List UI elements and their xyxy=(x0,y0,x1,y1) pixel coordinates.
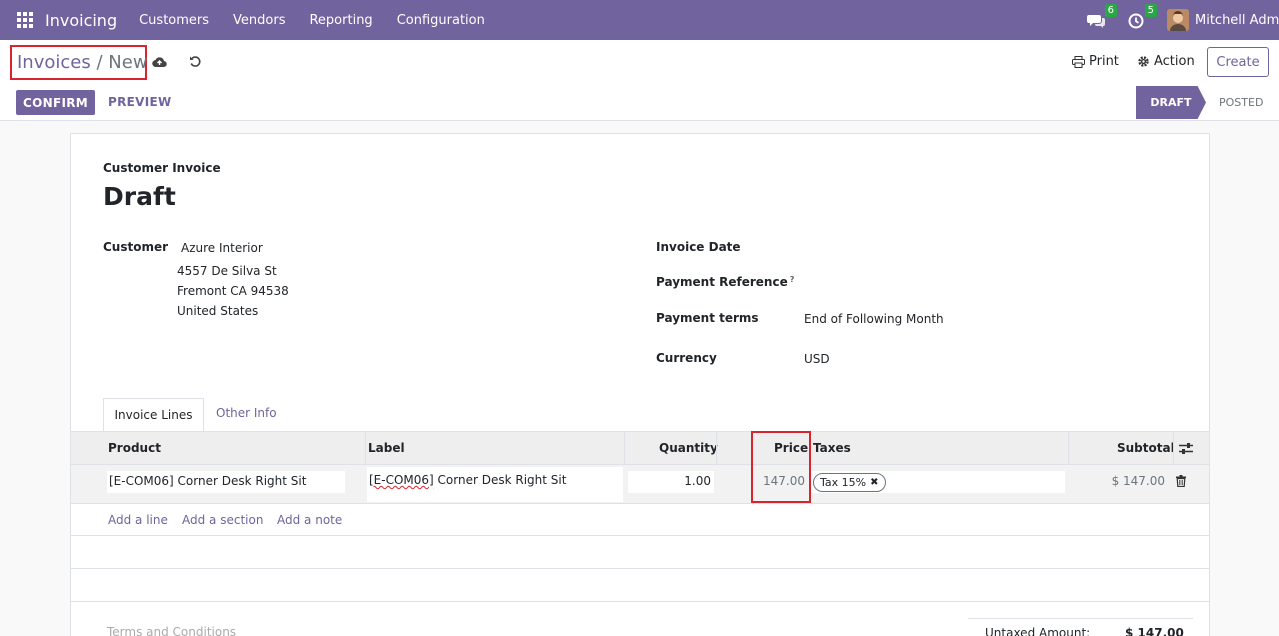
trash-icon[interactable] xyxy=(1176,475,1186,491)
action-button[interactable]: Action xyxy=(1137,54,1195,69)
untaxed-amount-label: Untaxed Amount: xyxy=(985,626,1091,636)
tab-other-info[interactable]: Other Info xyxy=(216,406,277,420)
menu-vendors[interactable]: Vendors xyxy=(233,13,285,28)
breadcrumb-current: New xyxy=(108,52,148,73)
terms-field[interactable]: Terms and Conditions xyxy=(107,625,236,636)
invoice-date-field[interactable] xyxy=(803,240,1183,258)
customer-address-line: Fremont CA 94538 xyxy=(177,284,289,298)
subtotal-value: $ 147.00 xyxy=(1111,474,1165,488)
confirm-button[interactable]: CONFIRM xyxy=(16,90,95,115)
gear-icon xyxy=(1138,56,1149,67)
empty-row xyxy=(71,503,1209,536)
breadcrumb-separator: / xyxy=(96,52,103,73)
quantity-field[interactable]: 1.00 xyxy=(628,471,714,493)
currency-label: Currency xyxy=(656,351,717,365)
breadcrumb: Invoices / New xyxy=(10,45,148,80)
label-text: Corner Desk Right Sit xyxy=(433,473,567,487)
user-name[interactable]: Mitchell Admin xyxy=(1195,13,1279,28)
label-code: [E-COM06] xyxy=(369,473,434,487)
app-brand[interactable]: Invoicing xyxy=(45,11,117,30)
control-panel: Invoices / New Print Action Create CONFI… xyxy=(0,40,1279,121)
optional-columns-icon[interactable] xyxy=(1179,442,1193,459)
invoice-date-label: Invoice Date xyxy=(656,240,741,254)
print-label: Print xyxy=(1089,54,1119,69)
col-label[interactable]: Label xyxy=(368,441,405,455)
user-avatar[interactable] xyxy=(1167,9,1189,31)
status-posted[interactable]: POSTED xyxy=(1219,96,1263,109)
status-draft[interactable]: DRAFT xyxy=(1136,86,1206,119)
table-row[interactable]: [E-COM06] Corner Desk Right Sit [E-COM06… xyxy=(71,465,1209,504)
col-subtotal[interactable]: Subtotal xyxy=(1117,441,1175,455)
messages-icon[interactable]: 6 xyxy=(1087,4,1117,29)
col-quantity[interactable]: Quantity xyxy=(659,441,718,455)
customer-address-line: 4557 De Silva St xyxy=(177,264,277,278)
payment-reference-field[interactable] xyxy=(803,275,1183,293)
empty-row xyxy=(71,536,1209,569)
action-label: Action xyxy=(1154,54,1195,69)
currency-field[interactable]: USD xyxy=(804,352,830,366)
payment-terms-field[interactable]: End of Following Month xyxy=(804,312,944,326)
save-cloud-icon[interactable] xyxy=(152,55,167,69)
totals-divider xyxy=(968,618,1193,619)
discard-undo-icon[interactable] xyxy=(189,55,203,69)
customer-address-line: United States xyxy=(177,304,259,318)
invoice-form-sheet: Customer Invoice Draft Customer Azure In… xyxy=(70,133,1210,636)
remove-tag-icon[interactable]: ✖ xyxy=(870,477,878,488)
help-icon[interactable]: ? xyxy=(790,275,795,284)
preview-button[interactable]: PREVIEW xyxy=(108,95,172,109)
col-taxes[interactable]: Taxes xyxy=(813,441,851,455)
tab-invoice-lines[interactable]: Invoice Lines xyxy=(103,398,204,432)
print-icon xyxy=(1072,55,1085,68)
activities-clock-icon[interactable]: 5 xyxy=(1127,4,1157,29)
customer-label: Customer xyxy=(103,240,169,254)
col-product[interactable]: Product xyxy=(108,441,161,455)
print-button[interactable]: Print xyxy=(1072,54,1119,69)
breadcrumb-invoices[interactable]: Invoices xyxy=(17,52,91,73)
customer-field[interactable]: Azure Interior xyxy=(181,241,263,255)
menu-reporting[interactable]: Reporting xyxy=(309,13,372,28)
messages-badge: 6 xyxy=(1104,4,1117,17)
product-field[interactable]: [E-COM06] Corner Desk Right Sit xyxy=(107,471,345,493)
menu-customers[interactable]: Customers xyxy=(139,13,209,28)
untaxed-amount-value: $ 147.00 xyxy=(1125,626,1184,636)
create-button[interactable]: Create xyxy=(1207,47,1269,77)
label-field[interactable]: [E-COM06] Corner Desk Right Sit xyxy=(367,467,623,502)
tax-tag: Tax 15% ✖ xyxy=(813,473,886,492)
empty-row xyxy=(71,569,1209,602)
price-column-highlight xyxy=(751,431,811,503)
invoice-lines-header: Product Label Quantity Price Taxes Subto… xyxy=(71,431,1209,465)
document-type: Customer Invoice xyxy=(103,161,221,175)
payment-reference-label: Payment Reference? xyxy=(656,275,795,289)
top-navbar: Invoicing Customers Vendors Reporting Co… xyxy=(0,0,1279,40)
activities-badge: 5 xyxy=(1144,4,1157,17)
menu-configuration[interactable]: Configuration xyxy=(397,13,485,28)
apps-menu-icon[interactable] xyxy=(17,12,33,28)
document-name: Draft xyxy=(103,182,176,211)
payment-terms-label: Payment terms xyxy=(656,311,759,325)
tax-tag-label: Tax 15% xyxy=(820,476,867,489)
